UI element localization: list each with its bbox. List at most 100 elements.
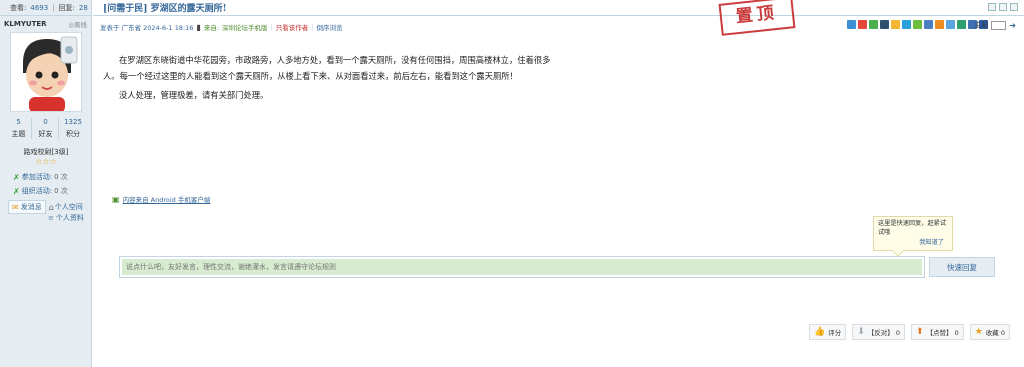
meta-separator: | bbox=[270, 23, 273, 31]
activity-icon: ✗ bbox=[13, 186, 20, 196]
personal-space-link[interactable]: ⌂ 个人空间 bbox=[49, 202, 83, 212]
share-qzone-icon[interactable] bbox=[847, 20, 856, 29]
share-mail-icon[interactable] bbox=[946, 20, 955, 29]
share-renren-icon[interactable] bbox=[880, 20, 889, 29]
android-source-link[interactable]: 内容来自 Android 手机客户端 bbox=[123, 194, 211, 204]
floor-go-icon[interactable]: ➜ bbox=[1009, 21, 1016, 30]
floor-input[interactable] bbox=[991, 20, 1007, 30]
thumbs-up-icon: 👍 bbox=[814, 327, 826, 337]
quick-reply-tip: 这里是快速回复，赶紧试试哦 我知道了 bbox=[873, 216, 953, 257]
tip-text: 这里是快速回复，赶紧试试哦 bbox=[878, 220, 947, 236]
thread-counters: 查看: 4693 | 回复: 28 bbox=[0, 0, 91, 16]
stat-points-value: 1325 bbox=[64, 118, 82, 126]
activity-organized[interactable]: ✗ 组织活动: 0 次 bbox=[13, 186, 68, 196]
rank-text: 路戏校尉[3级] bbox=[23, 148, 69, 156]
floor-jump: 主贴 ➜ bbox=[974, 20, 1016, 30]
thread-title: [问需于民] 罗湖区的露天厕所! bbox=[103, 1, 227, 14]
share-kaixin-icon[interactable] bbox=[891, 20, 900, 29]
share-copy-icon[interactable] bbox=[957, 20, 966, 29]
meta-separator: | bbox=[311, 23, 314, 31]
personal-info-link[interactable]: ≡ 个人资料 bbox=[48, 213, 84, 223]
personal-info-label: 个人资料 bbox=[55, 214, 84, 222]
username-link[interactable]: KLMYUTER bbox=[4, 20, 47, 28]
activity-joined-label[interactable]: 参加活动: bbox=[22, 172, 52, 182]
activity-joined-value: 0 次 bbox=[54, 173, 68, 181]
post-paragraph: 在罗湖区东晓街道中华花园旁，市政路旁，人多地方处，看到一个露天厕所，没有任何围挡… bbox=[103, 55, 551, 81]
favorite-button[interactable]: ★ 收藏 0 bbox=[969, 324, 1010, 340]
thread-title-bar: [问需于民] 罗湖区的露天厕所! bbox=[93, 0, 1024, 16]
online-status-text: 离线 bbox=[74, 21, 87, 29]
tip-arrow bbox=[892, 245, 904, 257]
online-status: ◎离线 bbox=[68, 19, 87, 29]
send-message-button[interactable]: ✉ 发消息 bbox=[8, 200, 46, 214]
user-stats: 5 主题 0 好友 1325 积分 bbox=[6, 118, 86, 139]
stat-topics[interactable]: 5 主题 bbox=[6, 118, 32, 139]
rank-stars-icon: ☆☆☆ bbox=[35, 157, 57, 166]
window-nav-icons bbox=[988, 3, 1018, 11]
tip-dismiss-link[interactable]: 我知道了 bbox=[919, 238, 944, 247]
arrow-up-icon: ⬆ bbox=[915, 327, 924, 337]
share-tqq-icon[interactable] bbox=[902, 20, 911, 29]
share-toolbar bbox=[847, 20, 988, 29]
quick-reply-input[interactable] bbox=[122, 259, 922, 275]
mobile-phone-icon: ▮ bbox=[196, 22, 201, 32]
views-count: 4693 bbox=[30, 3, 49, 12]
reverse-order-link[interactable]: 倒序浏览 bbox=[316, 22, 342, 32]
post-content: 在罗湖区东晓街道中华花园旁，市政路旁，人多地方处，看到一个露天厕所，没有任何围挡… bbox=[103, 52, 553, 103]
user-sidebar: 查看: 4693 | 回复: 28 KLMYUTER ◎离线 5 主题 0 好友… bbox=[0, 0, 92, 367]
favorite-label: 收藏 0 bbox=[985, 329, 1005, 337]
activity-joined[interactable]: ✗ 参加活动: 0 次 bbox=[13, 172, 68, 182]
user-row: KLMYUTER ◎离线 bbox=[0, 16, 91, 32]
post-paragraph: 没人处理，管理极差，请有关部门处理。 bbox=[119, 90, 269, 100]
stat-points[interactable]: 1325 积分 bbox=[60, 118, 86, 139]
home-icon: ⌂ bbox=[48, 202, 54, 212]
activity-organized-label[interactable]: 组织活动: bbox=[22, 186, 52, 196]
post-source-link[interactable]: 深圳论坛手机版 bbox=[222, 22, 268, 32]
quick-reply-button[interactable]: 快速回复 bbox=[929, 257, 995, 277]
post-actions: 👍 评分 ⬇ 【反对】 0 ⬆ 【点赞】 0 ★ 收藏 0 bbox=[809, 324, 1010, 340]
rate-button[interactable]: 👍 评分 bbox=[809, 324, 847, 340]
prev-thread-icon[interactable] bbox=[999, 3, 1007, 11]
user-rank[interactable]: 路戏校尉[3级] bbox=[0, 147, 92, 157]
envelope-icon: ✉ bbox=[12, 202, 19, 212]
share-feed-icon[interactable] bbox=[935, 20, 944, 29]
like-label: 【点赞】 0 bbox=[926, 329, 959, 337]
android-source: ▣ 内容来自 Android 手机客户端 bbox=[112, 194, 211, 205]
post-date: 发表于 广东省 2024-6-1 18:16 bbox=[100, 24, 194, 32]
print-icon[interactable] bbox=[988, 3, 996, 11]
stat-friends-label: 好友 bbox=[38, 130, 53, 138]
views-label: 查看: bbox=[10, 3, 27, 12]
personal-space-label: 个人空间 bbox=[54, 203, 83, 211]
activity-organized-value: 0 次 bbox=[54, 187, 68, 195]
activity-icon: ✗ bbox=[13, 172, 20, 182]
post-main: [问需于民] 罗湖区的露天厕所! 置顶 发表于 广东省 2024-6-1 18:… bbox=[93, 0, 1024, 367]
avatar[interactable] bbox=[10, 32, 82, 112]
pinned-stamp: 置顶 bbox=[718, 0, 796, 36]
share-douban-icon[interactable] bbox=[913, 20, 922, 29]
share-wechat-icon[interactable] bbox=[869, 20, 878, 29]
rate-label: 评分 bbox=[828, 329, 842, 337]
share-tieba-icon[interactable] bbox=[924, 20, 933, 29]
send-message-label: 发消息 bbox=[20, 203, 42, 211]
stat-friends-value: 0 bbox=[43, 118, 48, 126]
stat-points-label: 积分 bbox=[66, 130, 80, 138]
profile-icon: ≡ bbox=[48, 214, 54, 222]
post-source-prefix: 来自: bbox=[203, 24, 220, 32]
like-button[interactable]: ⬆ 【点赞】 0 bbox=[910, 324, 964, 340]
thread-category-link[interactable]: [问需于民] bbox=[103, 4, 148, 14]
stat-topics-label: 主题 bbox=[11, 130, 26, 138]
oppose-label: 【反对】 0 bbox=[867, 329, 900, 337]
share-weibo-icon[interactable] bbox=[858, 20, 867, 29]
quick-reply-box bbox=[119, 256, 925, 278]
star-icon: ★ bbox=[974, 327, 983, 337]
thread-title-text: 罗湖区的露天厕所! bbox=[150, 4, 227, 14]
stat-friends[interactable]: 0 好友 bbox=[33, 118, 59, 139]
oppose-button[interactable]: ⬇ 【反对】 0 bbox=[852, 324, 905, 340]
replies-count: 28 bbox=[78, 3, 88, 12]
only-author-link[interactable]: 只看该作者 bbox=[276, 22, 309, 32]
stat-topics-value: 5 bbox=[16, 118, 21, 126]
replies-label: 回复: bbox=[58, 3, 75, 12]
next-thread-icon[interactable] bbox=[1010, 3, 1018, 11]
floor-label: 主贴 bbox=[974, 21, 989, 29]
arrow-down-icon: ⬇ bbox=[857, 327, 865, 337]
